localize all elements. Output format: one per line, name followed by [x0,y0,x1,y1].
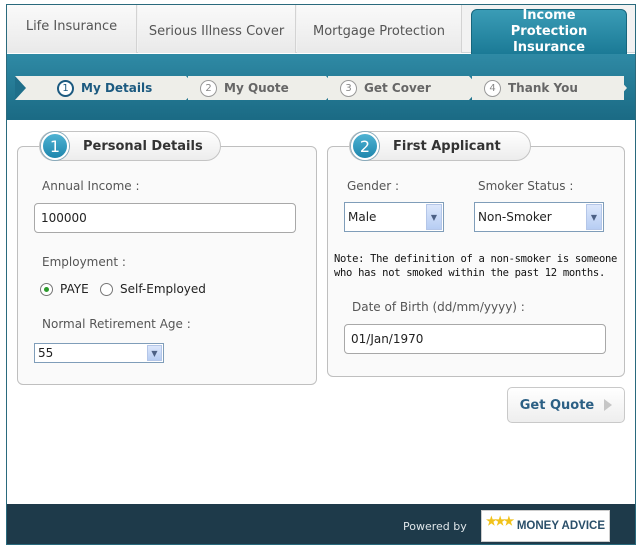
date-of-birth-input[interactable] [344,324,606,354]
first-applicant-heading: 2 First Applicant [349,131,531,161]
section-title: Personal Details [83,138,203,154]
smoker-status-select[interactable]: Non-Smoker ▼ [474,202,604,232]
chevron-down-icon: ▼ [426,204,442,230]
step-thank-you[interactable]: 4 Thank You [472,76,624,100]
tab-serious-illness-cover[interactable]: Serious Illness Cover [138,5,296,53]
non-smoker-note: Note: The definition of a non-smoker is … [334,253,618,279]
step-bar-end [616,76,627,100]
step-number: 2 [200,79,217,97]
employment-self-employed-radio[interactable]: Self-Employed [100,282,206,296]
step-arrow [186,76,197,100]
step-arrow [326,76,337,100]
tab-life-insurance[interactable]: Life Insurance [7,5,137,53]
play-arrow-icon [604,399,613,411]
powered-by-text: Powered by [403,520,467,533]
select-value: 55 [38,346,54,360]
step-my-details[interactable]: 1 My Details [39,76,197,100]
retirement-age-select[interactable]: 55 ▼ [34,343,164,363]
tab-label: Serious Illness Cover [148,23,285,39]
gender-label: Gender : [347,179,400,193]
date-of-birth-label: Date of Birth (dd/mm/yyyy) : [352,300,525,314]
step-label: My Quote [224,81,289,95]
radio-selected-icon [40,282,53,296]
step-number: 4 [484,79,501,97]
section-title: First Applicant [393,138,501,154]
step-label: My Details [81,81,153,95]
tab-label: Income Protection Insurance [510,8,588,55]
step-arrow [469,76,480,100]
step-label: Get Cover [364,81,431,95]
smoker-status-label: Smoker Status : [478,179,574,193]
tab-label: Mortgage Protection [313,23,445,39]
select-value: Male [348,210,377,224]
radio-label: PAYE [60,282,89,296]
get-quote-button[interactable]: Get Quote [507,387,625,423]
employment-paye-radio[interactable]: PAYE [40,282,89,296]
chevron-down-icon: ▼ [586,204,602,230]
step-number: 3 [340,79,357,97]
button-label: Get Quote [519,397,595,413]
chevron-down-icon: ▼ [147,345,162,361]
logo-text: MONEY ADVICE [516,520,605,532]
gender-select[interactable]: Male ▼ [344,202,444,232]
header-divider [7,118,635,120]
tab-label: Life Insurance [25,19,118,34]
progress-steps: 1 My Details 2 My Quote 3 Get Cover 4 Th… [7,54,635,118]
stars-icon: ★★★ [486,514,514,528]
step-label: Thank You [508,81,578,95]
tab-mortgage-protection[interactable]: Mortgage Protection [297,5,462,53]
product-tabs: Life Insurance Serious Illness Cover Mor… [7,5,635,55]
annual-income-label: Annual Income : [42,179,140,193]
section-number-badge: 2 [351,132,379,160]
radio-unselected-icon [100,282,113,296]
annual-income-input[interactable] [34,203,296,233]
money-advice-logo[interactable]: ★★★ MONEY ADVICE [481,510,610,542]
retirement-age-label: Normal Retirement Age : [42,317,191,331]
step-get-cover[interactable]: 3 Get Cover [328,76,480,100]
quote-widget: Life Insurance Serious Illness Cover Mor… [6,4,636,545]
employment-label: Employment : [42,255,126,269]
step-number: 1 [57,79,74,97]
section-number-badge: 1 [41,132,69,160]
tab-income-protection-insurance[interactable]: Income Protection Insurance [471,8,627,55]
radio-label: Self-Employed [120,282,206,296]
step-my-quote[interactable]: 2 My Quote [188,76,337,100]
personal-details-heading: 1 Personal Details [39,131,221,161]
select-value: Non-Smoker [478,210,552,224]
